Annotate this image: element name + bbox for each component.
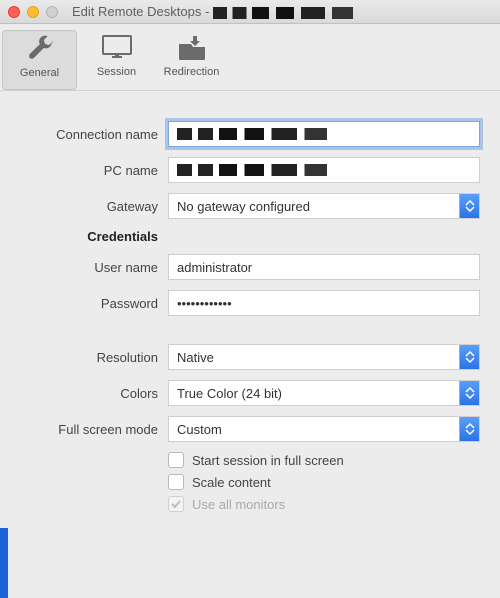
checkbox-scale-content[interactable] — [168, 474, 184, 490]
select-stepper-icon — [459, 381, 479, 405]
select-stepper-icon — [459, 345, 479, 369]
label-gateway: Gateway — [20, 199, 168, 214]
colors-select[interactable]: True Color (24 bit) — [168, 380, 480, 406]
left-accent-bar — [0, 528, 8, 598]
colors-value: True Color (24 bit) — [177, 386, 282, 401]
label-user-name: User name — [20, 260, 168, 275]
gateway-select[interactable]: No gateway configured — [168, 193, 480, 219]
wrench-icon — [7, 35, 72, 63]
tab-session-label: Session — [97, 66, 136, 78]
password-input[interactable] — [168, 290, 480, 316]
user-name-input[interactable] — [168, 254, 480, 280]
connection-name-value-redacted — [177, 128, 327, 140]
connection-name-input[interactable] — [168, 121, 480, 147]
select-stepper-icon — [459, 194, 479, 218]
full-screen-mode-value: Custom — [177, 422, 222, 437]
label-resolution: Resolution — [20, 350, 168, 365]
window-title-redacted — [213, 7, 353, 19]
label-pc-name: PC name — [20, 163, 168, 178]
tab-redirection[interactable]: Redirection — [154, 30, 229, 88]
tab-general[interactable]: General — [2, 30, 77, 90]
titlebar: Edit Remote Desktops - — [0, 0, 500, 24]
zoom-window-button[interactable] — [46, 6, 58, 18]
label-colors: Colors — [20, 386, 168, 401]
label-password: Password — [20, 296, 168, 311]
gateway-value: No gateway configured — [177, 199, 310, 214]
tab-general-label: General — [20, 67, 59, 79]
checkbox-start-full-screen[interactable] — [168, 452, 184, 468]
minimize-window-button[interactable] — [27, 6, 39, 18]
full-screen-mode-select[interactable]: Custom — [168, 416, 480, 442]
form-general: Connection name PC name Gateway No gatew… — [0, 91, 500, 518]
label-use-all-monitors: Use all monitors — [192, 497, 285, 512]
monitor-icon — [83, 34, 150, 62]
label-start-full-screen: Start session in full screen — [192, 453, 344, 468]
tab-session[interactable]: Session — [79, 30, 154, 88]
tab-redirection-label: Redirection — [164, 66, 220, 78]
checkbox-use-all-monitors — [168, 496, 184, 512]
pc-name-input[interactable] — [168, 157, 480, 183]
window-controls — [8, 6, 58, 18]
close-window-button[interactable] — [8, 6, 20, 18]
folder-arrow-icon — [158, 34, 225, 62]
label-connection-name: Connection name — [20, 127, 168, 142]
toolbar: General Session Redirection — [0, 24, 500, 91]
select-stepper-icon — [459, 417, 479, 441]
label-scale-content: Scale content — [192, 475, 271, 490]
window-title: Edit Remote Desktops - — [72, 4, 353, 19]
resolution-select[interactable]: Native — [168, 344, 480, 370]
pc-name-value-redacted — [177, 164, 327, 176]
resolution-value: Native — [177, 350, 214, 365]
label-full-screen-mode: Full screen mode — [20, 422, 168, 437]
label-credentials: Credentials — [20, 229, 168, 244]
window-title-prefix: Edit Remote Desktops - — [72, 4, 213, 19]
